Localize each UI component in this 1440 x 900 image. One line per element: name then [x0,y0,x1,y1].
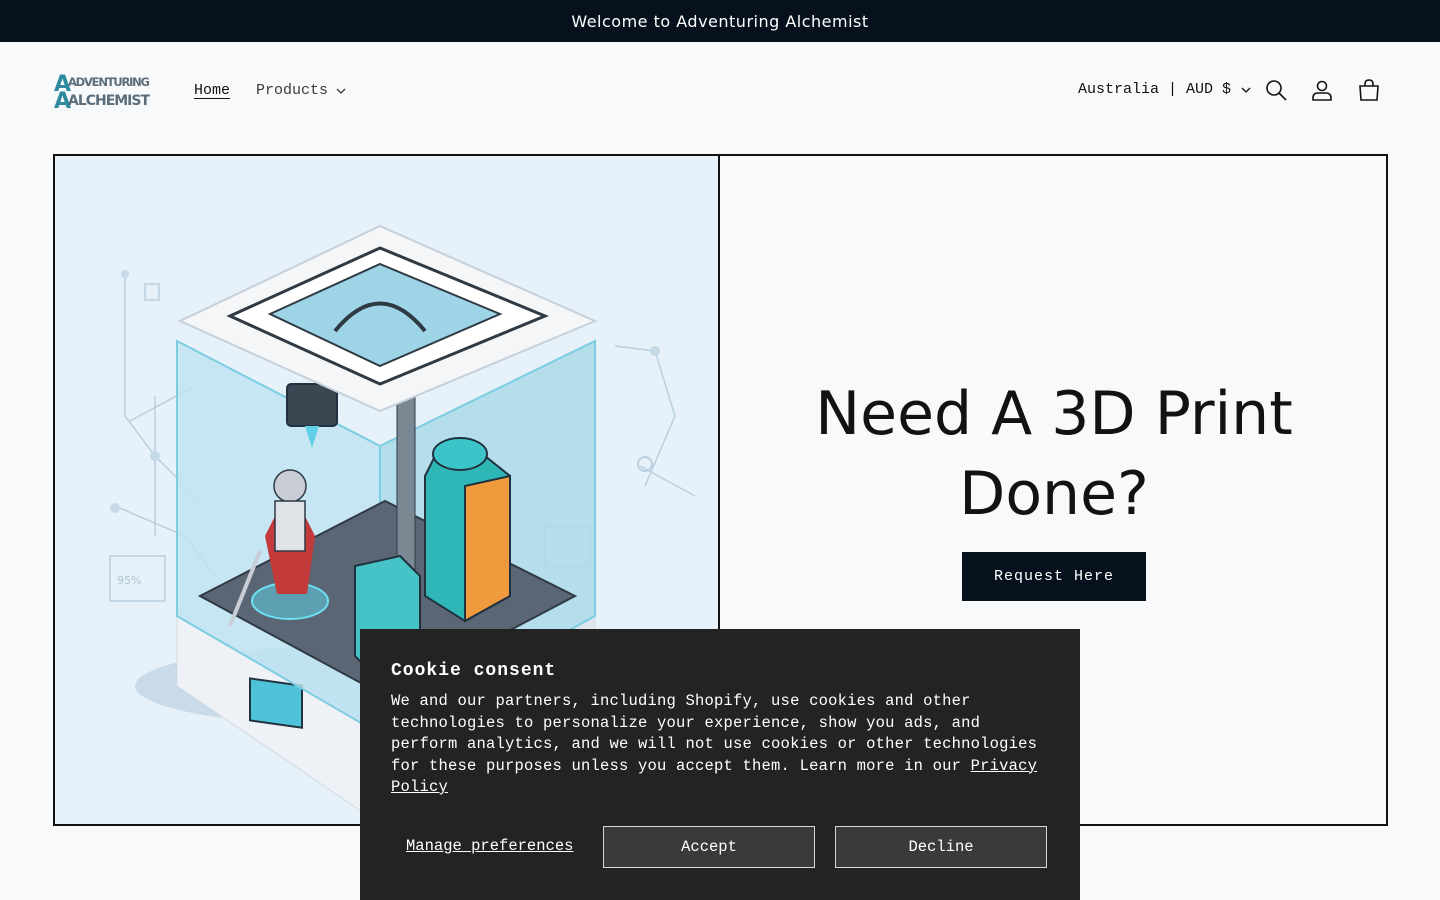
cookie-actions: Manage preferences Accept Decline [391,826,1049,868]
announcement-bar: Welcome to Adventuring Alchemist [0,0,1440,42]
svg-text:95%: 95% [117,574,141,587]
account-icon[interactable] [1310,78,1334,102]
request-here-button[interactable]: Request Here [962,552,1146,601]
announcement-text: Welcome to Adventuring Alchemist [571,11,869,31]
nav-products[interactable]: Products [256,82,346,99]
cookie-body-text: We and our partners, including Shopify, … [391,692,1038,775]
chevron-down-icon [336,88,346,94]
logo-text-bottom: ALCHEMIST [68,93,150,109]
main-nav: Home Products [194,82,346,99]
cart-icon[interactable] [1357,78,1381,102]
search-icon[interactable] [1264,78,1288,102]
accept-button[interactable]: Accept [603,826,815,868]
logo-text-top: ADVENTURING [68,75,150,89]
decline-button[interactable]: Decline [835,826,1047,868]
nav-home[interactable]: Home [194,82,230,99]
cookie-consent-banner: Cookie consent We and our partners, incl… [360,629,1080,900]
nav-products-label: Products [256,82,329,99]
hero-title: Need A 3D Print Done? [815,379,1293,529]
cookie-title: Cookie consent [391,661,557,681]
chevron-down-icon [1241,87,1251,93]
cookie-description: We and our partners, including Shopify, … [391,691,1049,799]
site-header: A ADVENTURING A ALCHEMIST Home Products … [0,42,1440,142]
logo[interactable]: A ADVENTURING A ALCHEMIST [54,72,152,112]
manage-preferences-link[interactable]: Manage preferences [406,837,573,855]
locale-label: Australia | AUD $ [1078,81,1232,98]
country-currency-selector[interactable]: Australia | AUD $ [1078,81,1251,98]
